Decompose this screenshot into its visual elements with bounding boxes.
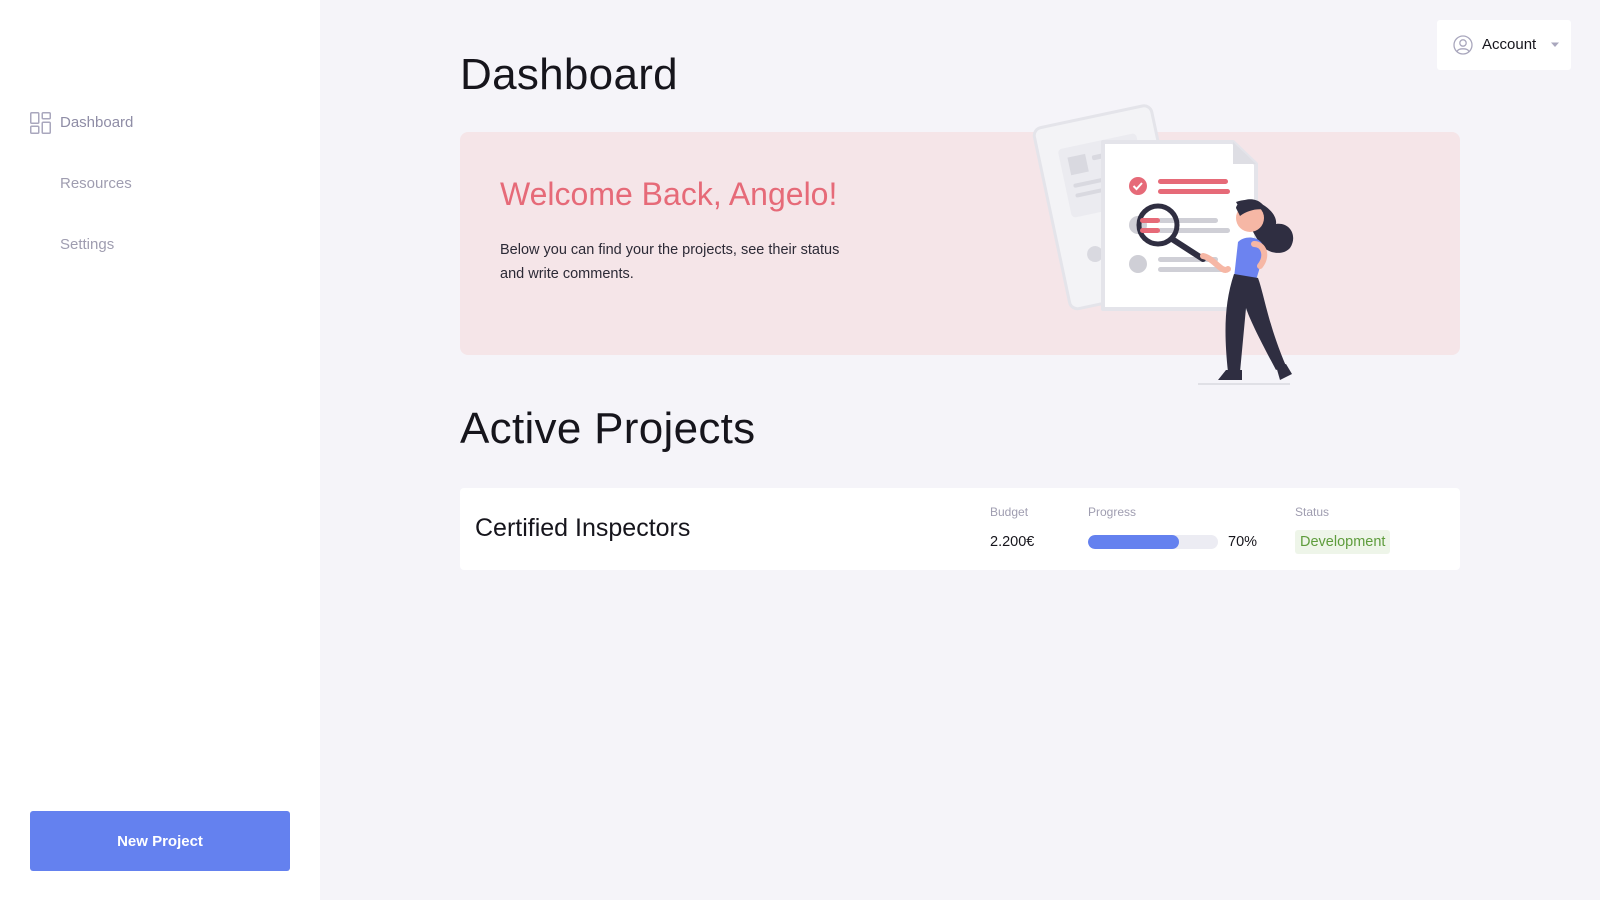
sidebar-item-label: Settings (60, 236, 115, 253)
progress-bar-fill (1088, 535, 1179, 549)
sidebar: Dashboard Resources Settings New Project (0, 0, 320, 900)
progress-label: Progress (1088, 505, 1137, 519)
new-project-button[interactable]: New Project (30, 811, 290, 871)
dashboard-grid-icon (30, 112, 51, 134)
account-label: Account (1482, 36, 1537, 53)
status-badge: Development (1295, 530, 1391, 554)
sidebar-item-label: Dashboard (60, 114, 134, 131)
active-projects-title: Active Projects (460, 404, 756, 453)
progress-value: 70% (1228, 534, 1258, 550)
budget-value: 2.200€ (990, 534, 1035, 550)
welcome-title: Welcome Back, Angelo! (500, 176, 838, 212)
sidebar-item-label: Resources (60, 175, 132, 192)
project-name: Certified Inspectors (475, 514, 691, 542)
app-root: Dashboard Resources Settings New Project… (0, 0, 1600, 900)
inspector-illustration (1032, 104, 1294, 385)
budget-label: Budget (990, 505, 1029, 519)
page-title: Dashboard (460, 50, 678, 99)
account-menu-button[interactable]: Account (1437, 20, 1571, 70)
project-card[interactable]: Certified Inspectors Budget 2.200€ Progr… (460, 488, 1460, 570)
chevron-down-icon (1551, 42, 1559, 47)
progress-bar (1088, 535, 1218, 549)
status-label: Status (1295, 505, 1330, 519)
user-circle-icon (1453, 35, 1473, 55)
welcome-text: Below you can find your the projects, se… (500, 242, 840, 282)
